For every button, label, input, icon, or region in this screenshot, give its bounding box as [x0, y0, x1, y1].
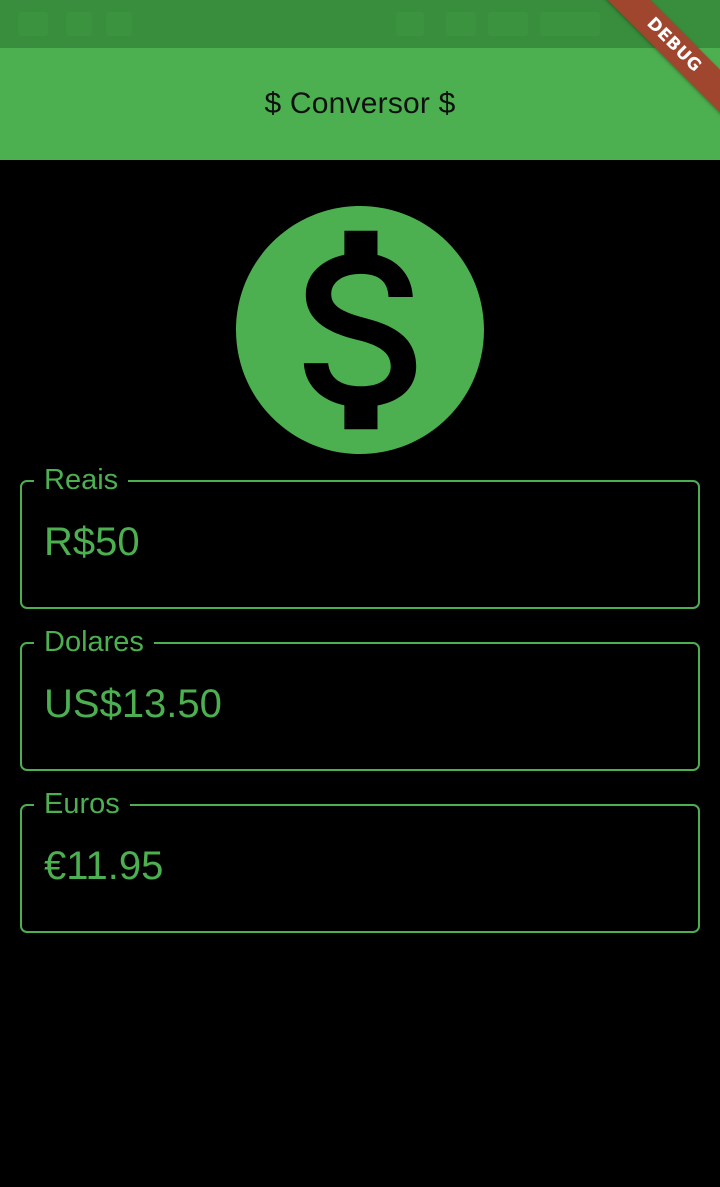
notification-icon — [106, 12, 132, 36]
reais-label: Reais — [34, 464, 129, 496]
dolares-label: Dolares — [34, 626, 154, 658]
reais-field[interactable]: Reais — [20, 464, 700, 609]
clock-text — [540, 12, 600, 36]
signal-icon — [446, 12, 476, 36]
notification-icon — [18, 12, 48, 36]
euros-label: Euros — [34, 788, 130, 820]
reais-input[interactable] — [44, 518, 664, 566]
status-bar — [0, 0, 720, 48]
wifi-icon — [396, 12, 424, 36]
euros-field[interactable]: Euros — [20, 788, 700, 933]
app-title: $ Conversor $ — [264, 87, 456, 120]
dolares-field[interactable]: Dolares — [20, 626, 700, 771]
dolares-input[interactable] — [44, 680, 664, 728]
euros-input[interactable] — [44, 842, 664, 890]
app-bar: $ Conversor $ — [0, 48, 720, 160]
monetization-on-icon — [236, 206, 484, 454]
battery-icon — [488, 12, 528, 36]
notification-icon — [66, 12, 92, 36]
